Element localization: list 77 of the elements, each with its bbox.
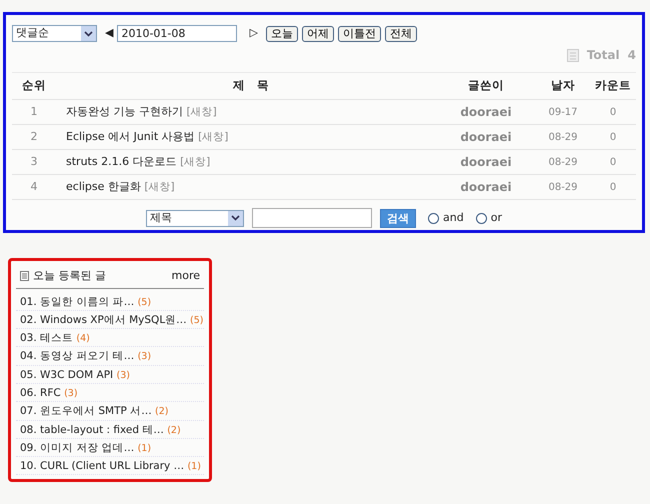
comment-count: (4) <box>76 333 90 344</box>
post-link[interactable]: 이미지 저장 업데… <box>40 442 134 454</box>
column-header: 제 목 <box>232 77 270 94</box>
comment-count: (3) <box>116 370 130 381</box>
item-number: 10. <box>20 460 37 472</box>
post-link[interactable]: RFC <box>40 386 61 399</box>
item-number: 07. <box>20 405 37 418</box>
comment-count: (5) <box>190 314 204 326</box>
comment-count: (3) <box>138 351 152 362</box>
panel-title: 오늘 등록된 글 <box>33 268 106 284</box>
post-link[interactable]: table-layout : fixed 테… <box>40 424 164 436</box>
select-dropdown[interactable]: 댓글순 <box>12 25 97 42</box>
previous-arrow[interactable]: ◀ <box>105 25 114 42</box>
item-number: 03. <box>20 332 37 344</box>
comment-count: (1) <box>187 461 201 472</box>
table-cell-text: 0 <box>608 106 618 120</box>
column-header: 날자 <box>550 77 576 94</box>
post-link[interactable]: 동영상 퍼오기 테… <box>40 350 134 362</box>
post-link[interactable]: 동일한 이름의 파… <box>40 296 134 308</box>
post-link[interactable]: W3C DOM API <box>40 368 114 381</box>
select-dropdown[interactable]: 제목 <box>146 210 244 226</box>
table-cell-text: 08-29 <box>547 180 579 194</box>
table-cell-text: 09-17 <box>547 106 579 120</box>
column-header: 카운트 <box>594 77 632 94</box>
table-cell-text: 0 <box>608 156 618 170</box>
date-button[interactable]: 전체 <box>384 26 417 42</box>
radio-button[interactable] <box>428 212 440 224</box>
total-label: Total <box>586 47 620 64</box>
table-cell-text: dooraei <box>459 129 513 146</box>
item-number: 08. <box>20 424 37 436</box>
table-cell-text: 3 <box>30 154 38 170</box>
item-number: 05. <box>20 368 37 381</box>
column-header: 글쓴이 <box>467 77 505 94</box>
comment-count: (1) <box>138 442 152 454</box>
table-cell-text: 0 <box>608 130 618 144</box>
table-cell-text: 4 <box>30 178 38 195</box>
post-title-link[interactable]: 자동완성 기능 구현하기 [새창] <box>66 104 217 118</box>
total-count: 4 <box>628 47 636 64</box>
comment-count: (2) <box>167 424 181 436</box>
radio-label: or <box>490 210 502 226</box>
table-cell-text: 0 <box>608 180 618 194</box>
table-cell-text: 1 <box>30 104 38 120</box>
date-button[interactable]: 어제 <box>302 26 334 42</box>
radio-label: and <box>443 210 464 226</box>
date-button[interactable]: 이틀전 <box>338 26 381 42</box>
list-icon <box>20 271 29 282</box>
list-icon <box>566 48 579 62</box>
caret-icon <box>228 210 244 226</box>
post-link[interactable]: 윈도우에서 SMTP 서… <box>40 405 152 418</box>
post-title-link[interactable]: eclipse 한글화 [새창] <box>66 180 175 193</box>
table-cell-text: dooraei <box>459 104 513 121</box>
caret-icon <box>81 26 96 41</box>
post-title-link[interactable]: struts 2.1.6 다운로드 [새창] <box>66 154 210 168</box>
table-cell-text: 08-29 <box>547 156 579 170</box>
table-cell-text: dooraei <box>459 154 513 171</box>
post-link[interactable]: Windows XP에서 MySQL원… <box>40 314 187 326</box>
comment-count: (2) <box>155 406 169 418</box>
post-link[interactable]: 테스트 <box>40 332 74 344</box>
search-field[interactable] <box>252 208 372 228</box>
post-link[interactable]: CURL (Client URL Library … <box>40 460 184 472</box>
radio-button[interactable] <box>476 212 487 224</box>
more-link[interactable]: more <box>172 268 200 284</box>
next-arrow[interactable]: ▷ <box>249 25 258 42</box>
item-number: 06. <box>20 386 37 399</box>
table-cell-text: 08-29 <box>547 130 579 144</box>
date-button[interactable]: 오늘 <box>266 26 298 42</box>
comment-count: (3) <box>64 388 78 399</box>
column-header: 순위 <box>21 77 47 94</box>
post-title-link[interactable]: Eclipse 에서 Junit 사용법 [새창] <box>66 130 228 143</box>
item-number: 09. <box>20 442 37 454</box>
date-field[interactable]: 2010-01-08 <box>117 25 238 42</box>
item-number: 04. <box>20 350 37 362</box>
table-cell-text: dooraei <box>459 179 513 196</box>
item-number: 02. <box>20 314 37 326</box>
item-number: 01. <box>20 296 37 308</box>
table-cell-text: 2 <box>30 128 38 145</box>
comment-count: (5) <box>138 296 152 308</box>
